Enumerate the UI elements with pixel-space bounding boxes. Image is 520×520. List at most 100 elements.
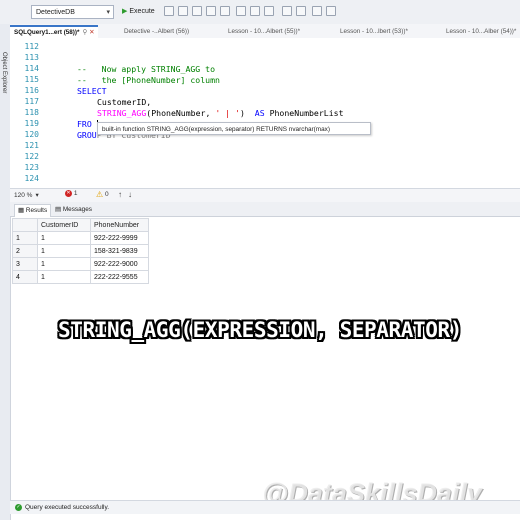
- results-grid[interactable]: CustomerID PhoneNumber 1 1 922-222-9999 …: [12, 218, 149, 284]
- object-explorer-label: Object Explorer: [1, 52, 7, 94]
- arrow-up-icon[interactable]: ↑: [118, 190, 128, 199]
- tab-messages-label: Messages: [62, 206, 92, 213]
- cell-phone-number[interactable]: 922-222-9000: [90, 257, 149, 271]
- cell-phone-number[interactable]: 922-222-9999: [90, 231, 149, 245]
- tab-lesson-53[interactable]: Lesson - 10...lbert (53))*: [340, 25, 408, 38]
- database-select[interactable]: DetectiveDB ▾: [31, 5, 114, 19]
- toolbar: DetectiveDB ▾ ▶ Execute: [0, 0, 520, 25]
- tab-label: Lesson - 10...lbert (53))*: [340, 28, 408, 35]
- warning-count[interactable]: ⚠ 0: [96, 190, 109, 199]
- pin-icon[interactable]: ⚲: [82, 29, 87, 36]
- tab-messages[interactable]: ▤ Messages: [52, 204, 95, 216]
- tab-results[interactable]: ▦ Results: [14, 204, 52, 217]
- code-select-keyword: SELECT: [77, 86, 107, 96]
- debug-icon[interactable]: [178, 6, 188, 16]
- tab-lesson-55[interactable]: Lesson - 10...Albert (55))*: [228, 25, 300, 38]
- error-count[interactable]: ✕ 1: [65, 190, 77, 197]
- stop-icon[interactable]: [164, 6, 174, 16]
- query-status-bar: ✓ Query executed successfully.: [10, 500, 520, 514]
- error-count-value: 1: [73, 190, 78, 198]
- execute-button[interactable]: ▶ Execute: [122, 6, 155, 18]
- editor-status-line: 120 % ▾ ✕ 1 ⚠ 0 ↑↓: [10, 188, 520, 202]
- line-number: 114: [24, 64, 39, 73]
- line-number: 112: [24, 42, 39, 51]
- row-number-header: [12, 218, 38, 232]
- zoom-value: 120 %: [14, 192, 33, 199]
- code-separator-string: ' | ': [215, 108, 240, 118]
- document-tab-bar: SQLQuery1...ert (58))* ⚲ ✕ Detective -..Al…: [10, 24, 520, 39]
- query-status-message: Query executed successfully.: [25, 504, 110, 511]
- tab-label: Lesson - 10...Alber (54))*: [446, 28, 517, 35]
- tab-results-label: Results: [25, 207, 48, 214]
- results-to-text-icon[interactable]: [236, 6, 246, 16]
- row-number[interactable]: 2: [12, 244, 38, 258]
- error-icon: ✕: [65, 190, 72, 197]
- tab-label: SQLQuery1...ert (58))*: [14, 29, 80, 36]
- execute-label: Execute: [129, 8, 155, 15]
- arrow-down-icon[interactable]: ↓: [128, 190, 138, 199]
- close-icon[interactable]: ✕: [89, 29, 94, 36]
- cell-customer-id[interactable]: 1: [37, 231, 91, 245]
- table-row[interactable]: 3 1 922-222-9000: [12, 257, 149, 271]
- code-as-keyword: AS: [254, 108, 265, 118]
- database-select-value: DetectiveDB: [36, 9, 75, 16]
- line-number: 119: [24, 119, 39, 128]
- line-number-gutter: 112 113 114 115 116 117 118 119 120 121 …: [10, 38, 70, 188]
- comment-icon[interactable]: [282, 6, 292, 16]
- line-number: 123: [24, 163, 39, 172]
- uncomment-icon[interactable]: [296, 6, 306, 16]
- chevron-down-icon: ▾: [106, 9, 110, 16]
- overlay-caption: STRING_AGG(EXPRESSION, SEPARATOR): [57, 318, 463, 342]
- code-alias: PhoneNumberList: [269, 108, 344, 118]
- navigate-arrows[interactable]: ↑↓: [118, 190, 138, 199]
- parse-icon[interactable]: [192, 6, 202, 16]
- cell-phone-number[interactable]: 158-321-9839: [90, 244, 149, 258]
- zoom-select[interactable]: 120 % ▾: [14, 191, 39, 199]
- line-number: 113: [24, 53, 39, 62]
- table-row[interactable]: 1 1 922-222-9999: [12, 231, 149, 245]
- warning-icon: ⚠: [96, 190, 104, 199]
- table-row[interactable]: 4 1 222-222-9555: [12, 270, 149, 284]
- chevron-down-icon: ▾: [35, 192, 39, 199]
- code-function-name: STRING_AGG: [97, 108, 147, 118]
- table-row[interactable]: 2 1 158-321-9839: [12, 244, 149, 258]
- line-number: 118: [24, 108, 39, 117]
- code-args-open: (PhoneNumber,: [146, 108, 216, 118]
- line-number: 117: [24, 97, 39, 106]
- results-to-grid-icon[interactable]: [250, 6, 260, 16]
- line-number: 124: [24, 174, 39, 183]
- line-number: 115: [24, 75, 39, 84]
- line-number: 120: [24, 130, 39, 139]
- cell-customer-id[interactable]: 1: [37, 270, 91, 284]
- intellisense-tooltip: built-in function STRING_AGG(expression,…: [97, 122, 371, 135]
- tab-label: Detective -..Albert (56)): [124, 28, 190, 35]
- column-header[interactable]: PhoneNumber: [90, 218, 149, 232]
- line-number: 122: [24, 152, 39, 161]
- cell-customer-id[interactable]: 1: [37, 257, 91, 271]
- code-comment-line: -- the [PhoneNumber] column: [77, 75, 220, 85]
- code-comment-line: -- Now apply STRING_AGG to: [77, 64, 216, 74]
- code-group-keyword: GROU: [77, 130, 97, 140]
- code-customer-column: CustomerID,: [97, 97, 152, 107]
- tab-detective[interactable]: Detective -..Albert (56)): [124, 25, 189, 38]
- play-icon: ▶: [122, 8, 128, 15]
- cell-phone-number[interactable]: 222-222-9555: [90, 270, 149, 284]
- code-string-agg-line: STRING_AGG(PhoneNumber, ' | ') AS PhoneN…: [97, 108, 344, 118]
- grid-header-row: CustomerID PhoneNumber: [12, 218, 149, 232]
- estimated-plan-icon[interactable]: [206, 6, 216, 16]
- tab-lesson-54[interactable]: Lesson - 10...Alber (54))*: [446, 25, 516, 38]
- tab-sqlquery1[interactable]: SQLQuery1...ert (58))* ⚲ ✕: [10, 25, 99, 39]
- outdent-icon[interactable]: [326, 6, 336, 16]
- query-editor[interactable]: 112 113 114 115 116 117 118 119 120 121 …: [10, 38, 520, 188]
- row-number[interactable]: 4: [12, 270, 38, 284]
- warning-count-value: 0: [104, 191, 109, 199]
- row-number[interactable]: 3: [12, 257, 38, 271]
- cell-customer-id[interactable]: 1: [37, 244, 91, 258]
- results-to-file-icon[interactable]: [264, 6, 274, 16]
- results-tab-bar: ▦ Results ▤ Messages: [10, 202, 520, 217]
- row-number[interactable]: 1: [12, 231, 38, 245]
- success-check-icon: ✓: [15, 503, 22, 511]
- column-header[interactable]: CustomerID: [37, 218, 91, 232]
- indent-icon[interactable]: [312, 6, 322, 16]
- query-options-icon[interactable]: [220, 6, 230, 16]
